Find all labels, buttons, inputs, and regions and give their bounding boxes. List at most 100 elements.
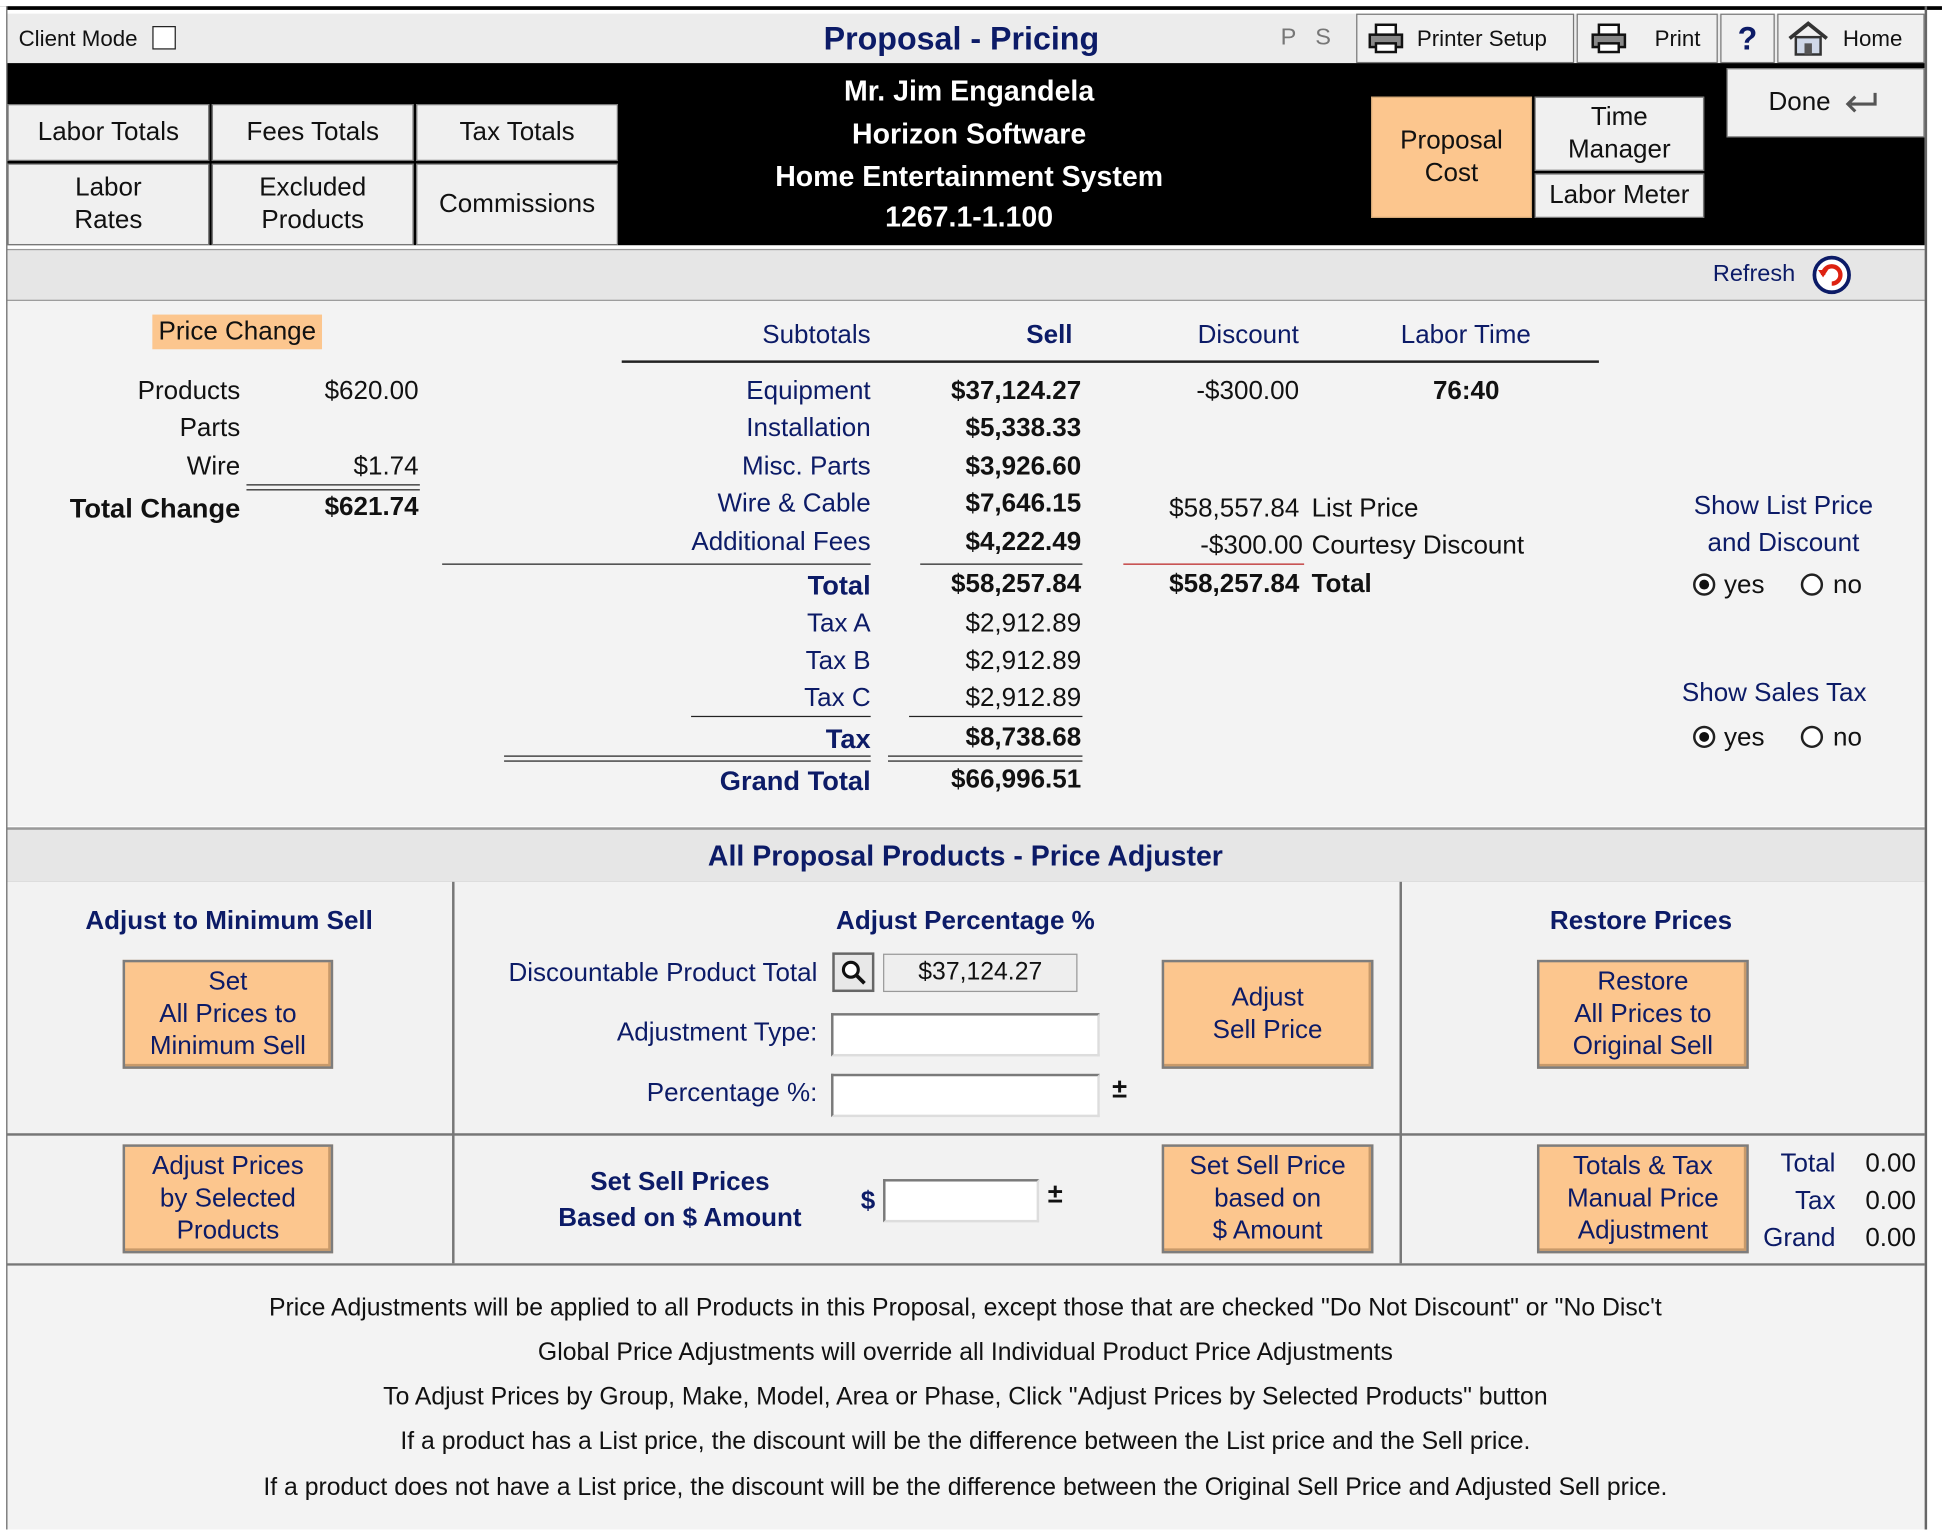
discount-rule <box>1123 563 1305 565</box>
client-name: Mr. Jim Engandela <box>844 74 1095 107</box>
magnifier-icon <box>841 960 866 985</box>
p-toggle[interactable]: P <box>1281 25 1297 52</box>
home-button[interactable]: Home <box>1777 13 1925 64</box>
note-line-1: Price Adjustments will be applied to all… <box>269 1294 1662 1322</box>
list-price-label: List Price <box>1311 494 1419 523</box>
show-list-price-label-2: and Discount <box>1707 528 1860 558</box>
sell-header: Sell <box>1026 320 1073 350</box>
tax-b-label: Tax B <box>805 646 871 675</box>
refresh-label[interactable]: Refresh <box>1713 261 1795 288</box>
show-sales-tax-yes-label: yes <box>1723 723 1765 752</box>
adjust-by-selected-label-3: Products <box>176 1216 280 1245</box>
equipment-discount: -$300.00 <box>1196 376 1300 405</box>
tab-time-manager[interactable]: Time Manager <box>1534 96 1705 171</box>
client-company: Horizon Software <box>852 117 1087 150</box>
adjust-sell-price-label-1: Adjust <box>1231 983 1304 1012</box>
tab-tax-totals[interactable]: Tax Totals <box>416 104 619 162</box>
restore-prices-button[interactable]: Restore All Prices to Original Sell <box>1536 959 1749 1069</box>
tab-tax-totals-label: Tax Totals <box>459 117 575 146</box>
done-button[interactable]: Done <box>1726 68 1925 138</box>
show-list-price-label-1: Show List Price <box>1693 491 1874 521</box>
show-sales-tax-no-radio[interactable] <box>1800 725 1824 749</box>
adjuster-divider-1 <box>452 881 455 1264</box>
tax-value: $8,738.68 <box>965 723 1082 752</box>
client-mode-label: Client Mode <box>18 26 138 51</box>
manual-tax-label: Tax <box>1794 1186 1836 1215</box>
grand-total-label: Grand Total <box>719 765 871 797</box>
tab-time-manager-label-1: Time <box>1590 102 1648 131</box>
adjust-sell-price-button[interactable]: Adjust Sell Price <box>1161 959 1374 1069</box>
window-left-border <box>0 6 8 1530</box>
show-list-price-yes-radio[interactable] <box>1693 573 1716 596</box>
client-mode-checkbox[interactable] <box>152 26 176 50</box>
dollar-amount-input[interactable] <box>883 1179 1040 1223</box>
courtesy-discount-label: Courtesy Discount <box>1311 531 1525 560</box>
refresh-bar: Refresh <box>6 248 1925 303</box>
tab-labor-rates[interactable]: Labor Rates <box>7 163 210 246</box>
refresh-icon[interactable] <box>1809 254 1854 296</box>
print-label: Print <box>1654 25 1701 51</box>
dollar-sign: $ <box>860 1186 876 1215</box>
tab-proposal-cost[interactable]: Proposal Cost <box>1371 96 1533 218</box>
s-toggle[interactable]: S <box>1315 25 1331 52</box>
amount-plusminus[interactable]: ± <box>1048 1178 1063 1210</box>
grand-rule-sell <box>888 755 1083 762</box>
tab-excluded-products-label-2: Products <box>261 205 365 235</box>
tab-labor-meter-label: Labor Meter <box>1549 180 1690 210</box>
tab-proposal-cost-label-2: Cost <box>1424 158 1479 188</box>
help-button[interactable]: ? <box>1720 13 1775 64</box>
courtesy-discount-value: -$300.00 <box>1200 531 1303 560</box>
tab-labor-totals[interactable]: Labor Totals <box>7 104 210 162</box>
show-sales-tax-label: Show Sales Tax <box>1681 678 1867 708</box>
manual-total-label: Total <box>1780 1149 1836 1178</box>
set-minimum-sell-label-1: Set <box>208 966 248 996</box>
adjust-minimum-title: Adjust to Minimum Sell <box>85 906 373 936</box>
manual-grand-value: 0.00 <box>1865 1223 1916 1253</box>
subtotals-header-rule <box>621 360 1599 363</box>
equipment-label: Equipment <box>746 376 871 405</box>
price-change-divider <box>246 484 420 491</box>
discountable-search-button[interactable] <box>832 952 875 993</box>
tab-fees-totals[interactable]: Fees Totals <box>211 104 414 162</box>
tab-labor-meter[interactable]: Labor Meter <box>1534 173 1705 218</box>
percentage-label: Percentage %: <box>646 1078 818 1108</box>
show-sales-tax-yes-radio[interactable] <box>1693 725 1716 749</box>
tab-commissions[interactable]: Commissions <box>416 163 619 246</box>
printer-setup-button[interactable]: Printer Setup <box>1356 13 1575 64</box>
done-label: Done <box>1768 87 1831 117</box>
set-minimum-sell-button[interactable]: Set All Prices to Minimum Sell <box>122 959 334 1069</box>
wire-cable-sell: $7,646.15 <box>965 489 1082 518</box>
manual-price-adjustment-button[interactable]: Totals & Tax Manual Price Adjustment <box>1536 1144 1749 1254</box>
project-name: Home Entertainment System <box>775 159 1164 192</box>
adjustment-type-input[interactable] <box>831 1013 1100 1057</box>
tax-a-label: Tax A <box>807 609 871 638</box>
set-minimum-sell-label-3: Minimum Sell <box>149 1031 306 1061</box>
percentage-plusminus[interactable]: ± <box>1112 1073 1127 1105</box>
print-button[interactable]: Print <box>1576 13 1718 64</box>
note-line-2: Global Price Adjustments will override a… <box>537 1338 1393 1367</box>
set-sell-price-amount-button[interactable]: Set Sell Price based on $ Amount <box>1161 1144 1374 1254</box>
percentage-input[interactable] <box>831 1073 1100 1118</box>
tab-time-manager-label-2: Manager <box>1567 134 1671 164</box>
tab-labor-totals-label: Labor Totals <box>37 117 179 146</box>
tax-b-value: $2,912.89 <box>965 646 1082 675</box>
adjust-by-selected-products-button[interactable]: Adjust Prices by Selected Products <box>122 1144 334 1254</box>
window-right-border <box>1924 6 1928 1530</box>
show-list-price-no-radio[interactable] <box>1800 573 1824 596</box>
manual-adjustment-label-1: Totals & Tax <box>1572 1151 1713 1180</box>
set-amount-title-2: Based on $ Amount <box>558 1203 802 1233</box>
equipment-sell: $37,124.27 <box>951 376 1082 405</box>
tax-rule-sell <box>909 715 1083 718</box>
tab-proposal-cost-label-1: Proposal <box>1400 126 1503 155</box>
installation-sell: $5,338.33 <box>965 413 1082 443</box>
tab-fees-totals-label: Fees Totals <box>246 117 379 146</box>
show-sales-tax-no-label: no <box>1832 723 1862 752</box>
note-line-3: To Adjust Prices by Group, Make, Model, … <box>383 1383 1548 1411</box>
total-change-label: Total Change <box>69 492 241 524</box>
tab-commissions-label: Commissions <box>439 189 596 218</box>
equipment-labor-time: 76:40 <box>1432 376 1500 405</box>
price-change-label: Price Change <box>152 314 323 350</box>
return-arrow-icon <box>1845 92 1877 113</box>
page-title: Proposal - Pricing <box>823 19 1100 57</box>
tab-excluded-products[interactable]: Excluded Products <box>211 163 414 246</box>
